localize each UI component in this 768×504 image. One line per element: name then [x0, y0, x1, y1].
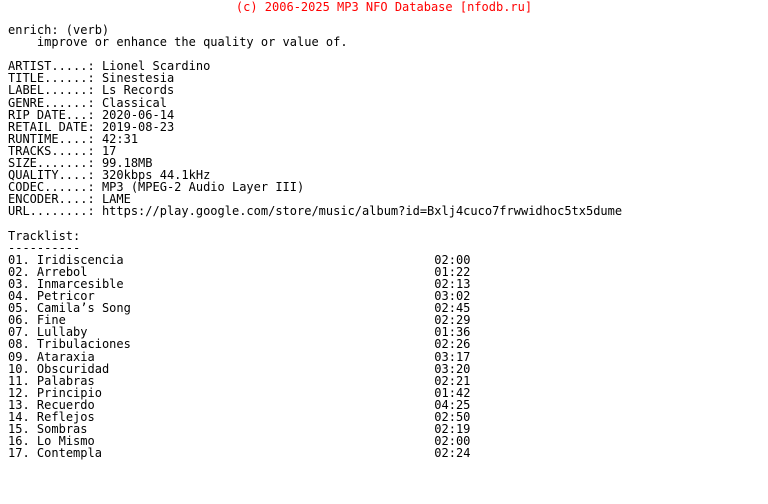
metadata-row: URL........: https://play.google.com/sto… [8, 204, 622, 218]
tracklist-block: 01. Iridiscencia 02:00 02. Arrebol 01:22… [8, 254, 768, 460]
nfo-page: (c) 2006-2025 MP3 NFO Database [nfodb.ru… [0, 0, 768, 504]
definition-meaning: improve or enhance the quality or value … [36, 35, 348, 50]
nfo-copyright-header: (c) 2006-2025 MP3 NFO Database [nfodb.ru… [235, 0, 533, 14]
tracklist-heading-block: Tracklist: ---------- [8, 230, 768, 254]
metadata-gap [95, 204, 102, 218]
track-gap [30, 446, 37, 460]
metadata-label: URL........: [8, 204, 95, 219]
track-number: 17. [8, 446, 30, 461]
track-padding [102, 446, 434, 460]
track-title: Contempla [36, 446, 102, 461]
definition-block: enrich: (verb) improve or enhance the qu… [8, 24, 768, 48]
definition-meaning-indent [8, 35, 37, 49]
track-row: 17. Contempla 02:24 [8, 446, 470, 460]
spacer-after-metadata [8, 218, 768, 230]
metadata-value: https://play.google.com/store/music/albu… [101, 204, 623, 219]
metadata-value: MP3 (MPEG-2 Audio Layer III) [101, 180, 305, 195]
metadata-block: ARTIST.....: Lionel Scardino TITLE......… [8, 60, 768, 217]
track-duration: 02:24 [434, 446, 471, 461]
nfo-body: enrich: (verb) improve or enhance the qu… [0, 13, 768, 459]
